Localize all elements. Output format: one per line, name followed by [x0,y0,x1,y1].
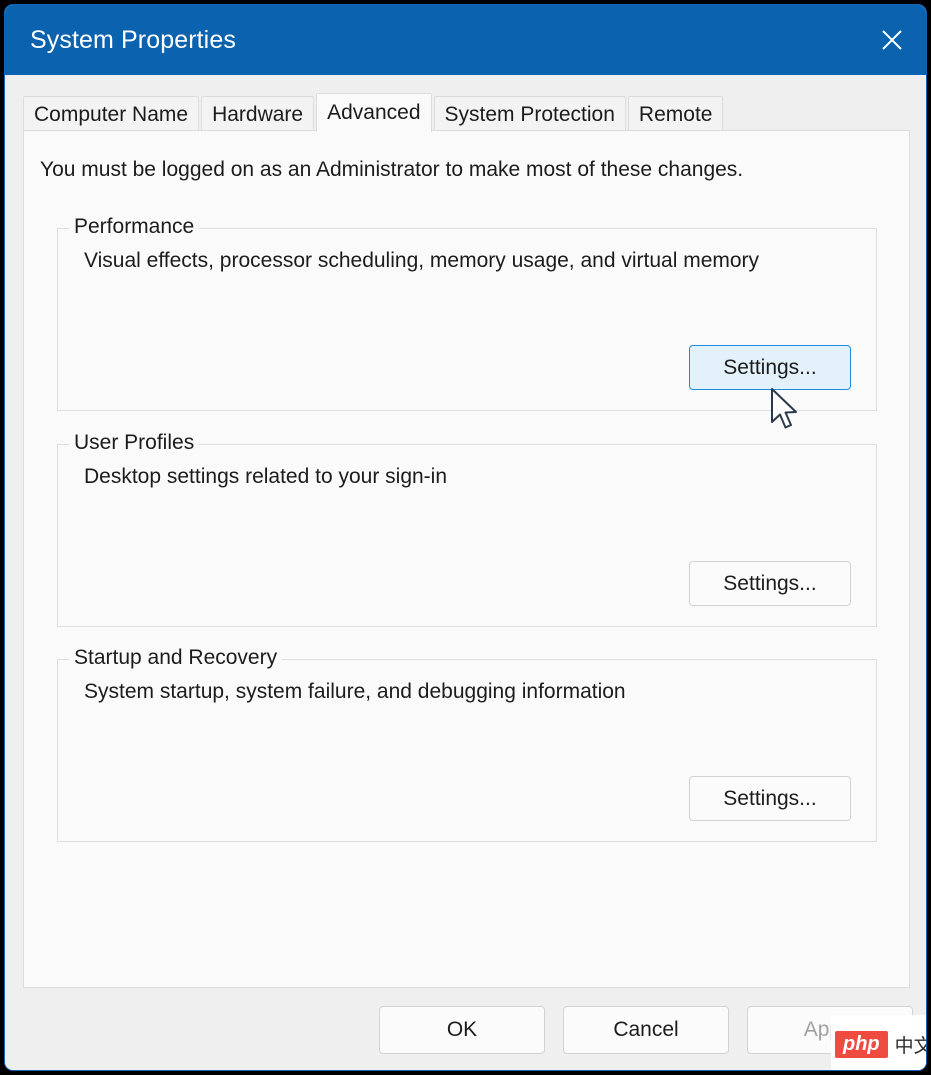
group-startup-recovery: Startup and Recovery System startup, sys… [57,646,877,842]
group-startup-recovery-description: System startup, system failure, and debu… [84,680,626,703]
group-user-profiles: User Profiles Desktop settings related t… [57,431,877,627]
watermark-badge: php [835,1030,888,1058]
group-user-profiles-description: Desktop settings related to your sign-in [84,465,448,488]
tab-computer-name[interactable]: Computer Name [23,96,200,131]
tab-remote[interactable]: Remote [627,96,724,131]
startup-recovery-settings-button[interactable]: Settings... [689,776,851,821]
tab-content-advanced: You must be logged on as an Administrato… [23,130,910,1049]
tab-strip: Computer Name Hardware Advanced System P… [5,75,926,132]
tab-hardware[interactable]: Hardware [201,96,315,131]
group-performance: Performance Visual effects, processor sc… [57,215,877,411]
ok-button[interactable]: OK [379,1006,545,1054]
title-bar: System Properties [5,5,926,75]
watermark: php 中文网 [831,1015,926,1070]
group-performance-description: Visual effects, processor scheduling, me… [84,249,760,272]
window-title: System Properties [30,25,236,54]
user-profiles-settings-button[interactable]: Settings... [689,561,851,606]
tab-system-protection[interactable]: System Protection [433,96,626,131]
group-startup-recovery-label: Startup and Recovery [69,646,283,670]
performance-settings-button[interactable]: Settings... [689,345,851,390]
watermark-site-text: 中文网 [894,1035,926,1057]
close-icon[interactable] [858,5,926,75]
administrator-note: You must be logged on as an Administrato… [40,158,744,181]
group-user-profiles-label: User Profiles [69,431,200,455]
cancel-button[interactable]: Cancel [563,1006,729,1054]
system-properties-dialog: System Properties Computer Name Hardware… [4,4,927,1071]
tab-advanced[interactable]: Advanced [316,93,432,132]
dialog-footer: OK Cancel Apply [5,988,926,1070]
group-performance-label: Performance [69,215,200,239]
